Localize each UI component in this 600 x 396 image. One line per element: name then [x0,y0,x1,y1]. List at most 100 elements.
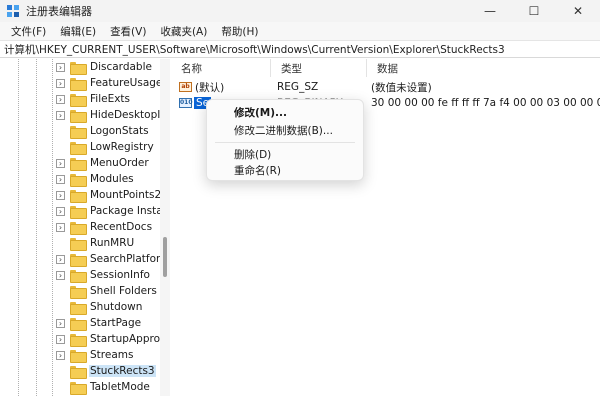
expand-arrow-icon[interactable]: › [56,270,65,280]
expand-arrow-icon[interactable]: › [56,254,65,264]
tree-item-label: StartPage [90,317,142,329]
context-menu-modify[interactable]: 修改(M)... [207,103,363,121]
expand-arrow-icon[interactable]: › [56,334,65,344]
expand-arrow-icon[interactable]: › [56,78,65,88]
tree-item-label: Package Installa [90,205,170,217]
expand-arrow-icon[interactable]: › [56,222,65,232]
close-button[interactable]: ✕ [556,0,600,22]
folder-icon [70,333,87,347]
tree-item-label: Discardable [90,61,152,73]
tree-item-label: RunMRU [90,237,135,249]
column-header-data[interactable]: 数据 [367,59,600,77]
value-name-cell: ab (默认) [179,79,271,95]
binary-value-icon: 010 [179,98,193,108]
tree-item[interactable]: › FeatureUsage [56,75,163,91]
folder-icon [70,109,87,123]
expand-arrow-icon[interactable]: › [56,94,65,104]
menu-favorites[interactable]: 收藏夹(A) [153,24,214,39]
context-menu: 修改(M)... 修改二进制数据(B)... 删除(D) 重命名(R) [206,99,364,181]
tree-item[interactable]: Shell Folders [56,283,158,299]
tree-item-label: SearchPlatform [90,253,170,265]
tree-item-label: HideDesktopIco [90,109,170,121]
folder-icon [70,237,87,251]
tree-item[interactable]: › Package Installa [56,203,170,219]
minimize-button[interactable]: — [468,0,512,22]
expand-arrow-icon[interactable]: › [56,62,65,72]
tree-item[interactable]: StuckRects3 [56,363,156,379]
folder-icon [70,125,87,139]
value-data: 30 00 00 00 fe ff ff ff 7a f4 00 00 03 0… [371,97,600,109]
column-header-type[interactable]: 类型 [271,59,367,77]
expand-arrow-icon[interactable]: › [56,206,65,216]
tree-item[interactable]: RunMRU [56,235,135,251]
tree-item-label: TabletMode [90,381,150,393]
tree-guide-line [36,59,37,396]
expand-arrow-icon[interactable]: › [56,318,65,328]
expand-arrow-icon[interactable]: › [56,158,65,168]
tree-item-label: MountPoints2 [90,189,162,201]
tree-guide-line [18,59,19,396]
tree-item[interactable]: › SearchPlatform [56,251,170,267]
tree-item[interactable]: › StartPage [56,315,142,331]
column-header-name[interactable]: 名称 [171,59,271,77]
folder-icon [70,221,87,235]
window-title: 注册表编辑器 [26,5,92,18]
maximize-button[interactable]: ☐ [512,0,556,22]
value-data: (数值未设置) [371,81,432,94]
folder-icon [70,253,87,267]
tree-item-label: RecentDocs [90,221,153,233]
menu-edit[interactable]: 编辑(E) [53,24,103,39]
tree-item-label: SessionInfo [90,269,150,281]
tree-item[interactable]: › StartupApprove [56,331,170,347]
window-controls: — ☐ ✕ [468,0,600,22]
folder-icon [70,173,87,187]
expand-arrow-icon[interactable]: › [56,350,65,360]
tree-item[interactable]: › HideDesktopIco [56,107,170,123]
tree-item-label: StartupApprove [90,333,170,345]
tree-item[interactable]: › Modules [56,171,135,187]
tree-item[interactable]: › Discardable [56,59,153,75]
folder-icon [70,381,87,395]
tree-item[interactable]: › MountPoints2 [56,187,162,203]
tree-item[interactable]: › FileExts [56,91,131,107]
folder-icon [70,205,87,219]
tree-item-label: StuckRects3 [89,365,156,377]
title-bar: 注册表编辑器 — ☐ ✕ [0,0,600,22]
menu-view[interactable]: 查看(V) [103,24,153,39]
tree-item[interactable]: › RecentDocs [56,219,153,235]
context-menu-rename[interactable]: 重命名(R) [207,161,363,179]
tree-item-label: FeatureUsage [90,77,163,89]
tree-item[interactable]: › SessionInfo [56,267,151,283]
tree-item[interactable]: LogonStats [56,123,150,139]
folder-icon [70,301,87,315]
key-tree[interactable]: › Discardable › FeatureUsage › FileExts › HideD… [0,59,170,396]
folder-icon [70,61,87,75]
tree-item[interactable]: › MenuOrder [56,155,150,171]
value-name: (默认) [195,81,225,94]
tree-scrollbar-thumb[interactable] [163,237,167,277]
folder-icon [70,141,87,155]
registry-editor-icon [7,5,19,17]
value-type: REG_SZ [277,81,319,93]
folder-icon [70,317,87,331]
address-bar[interactable]: 计算机\HKEY_CURRENT_USER\Software\Microsoft… [0,40,600,58]
list-row[interactable]: ab (默认) REG_SZ (数值未设置) [171,79,600,95]
tree-item-label: Streams [90,349,134,361]
tree-item-label: LowRegistry [90,141,154,153]
tree-item[interactable]: › Streams [56,347,134,363]
expand-arrow-icon[interactable]: › [56,190,65,200]
folder-icon [70,269,87,283]
context-menu-modify-binary[interactable]: 修改二进制数据(B)... [207,121,363,139]
expand-arrow-icon[interactable]: › [56,110,65,120]
tree-scrollbar[interactable] [160,59,170,396]
tree-item[interactable]: TabletMode [56,379,151,395]
tree-item-label: Shutdown [90,301,143,313]
expand-arrow-icon[interactable]: › [56,174,65,184]
tree-item[interactable]: LowRegistry [56,139,155,155]
folder-icon [70,93,87,107]
tree-item[interactable]: Shutdown [56,299,143,315]
menu-bar: 文件(F) 编辑(E) 查看(V) 收藏夹(A) 帮助(H) [0,22,600,40]
menu-help[interactable]: 帮助(H) [214,24,265,39]
menu-file[interactable]: 文件(F) [4,24,53,39]
tree-item-label: FileExts [90,93,131,105]
